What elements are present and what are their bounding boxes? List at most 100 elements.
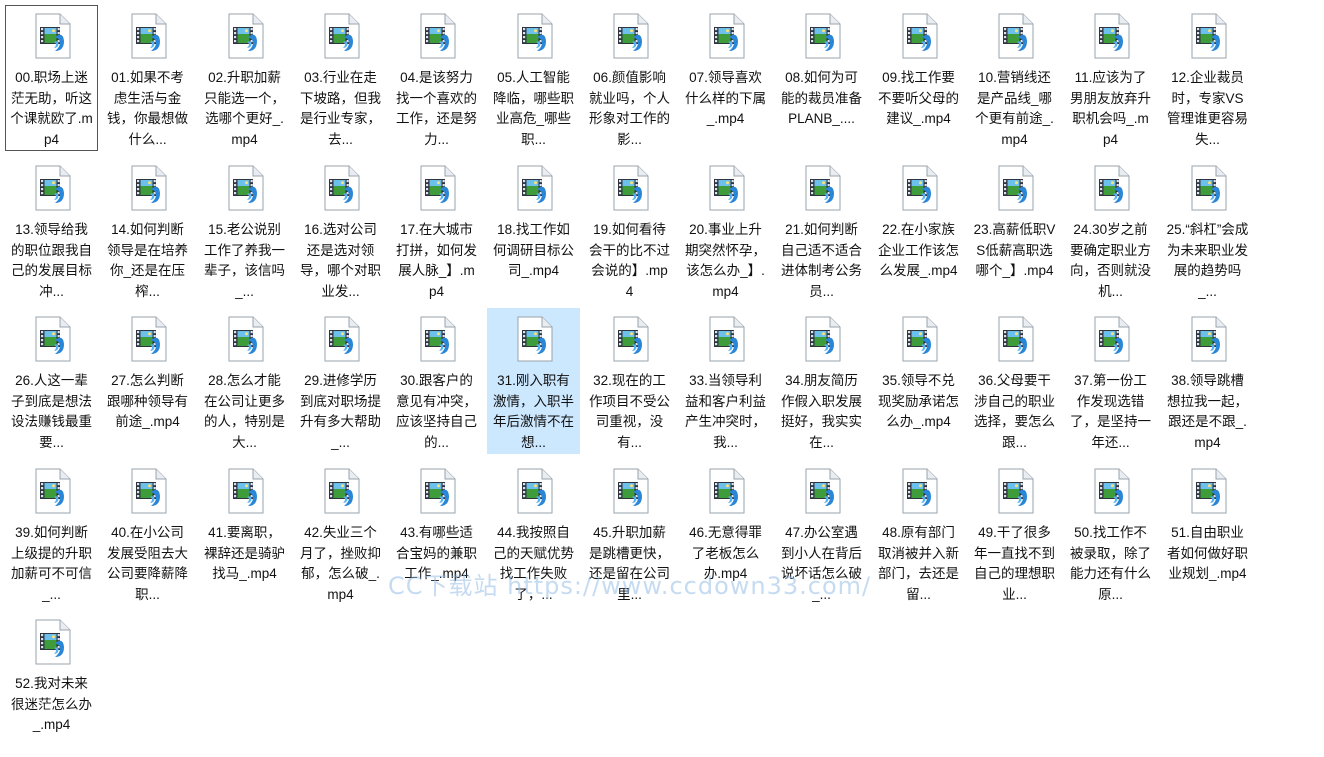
- file-item[interactable]: 33.当领导利益和客户利益产生冲突时，我...: [679, 308, 772, 454]
- file-item[interactable]: 38.领导跳槽想拉我一起，跟还是不跟_.mp4: [1161, 308, 1254, 454]
- file-name: 14.如何判断领导是在培养你_还是在压榨...: [107, 222, 188, 299]
- file-name: 16.选对公司还是选对领导，哪个对职业发...: [300, 222, 381, 299]
- file-item[interactable]: 27.怎么判断跟哪种领导有前途_.mp4: [101, 308, 194, 454]
- file-item[interactable]: 09.找工作要不要听父母的建议_.mp4: [872, 5, 965, 151]
- video-audio-file-icon: [228, 13, 264, 59]
- file-name: 19.如何看待会干的比不过会说的】.mp4: [589, 222, 670, 299]
- video-audio-file-icon: [902, 316, 938, 362]
- file-item[interactable]: 42.失业三个月了，挫败抑郁，怎么破_.mp4: [294, 460, 387, 606]
- video-audio-file-icon: [35, 619, 71, 665]
- watermark: CC下载站 https://www.ccdown33.com/: [388, 572, 872, 600]
- file-item[interactable]: 18.找工作如何调研目标公司_.mp4: [487, 157, 580, 303]
- file-name: 06.颜值影响就业吗，个人形象对工作的影...: [589, 70, 670, 147]
- file-item[interactable]: 49.干了很多年一直找不到自己的理想职业...: [968, 460, 1061, 606]
- file-item[interactable]: 07.领导喜欢什么样的下属_.mp4: [679, 5, 772, 151]
- file-name: 20.事业上升期突然怀孕，该怎么办_】.mp4: [685, 222, 766, 299]
- video-audio-file-icon: [420, 316, 456, 362]
- file-item[interactable]: 31.刚入职有激情，入职半年后激情不在想...: [487, 308, 580, 454]
- file-item[interactable]: 04.是该努力找一个喜欢的工作，还是努力...: [390, 5, 483, 151]
- video-audio-file-icon: [805, 13, 841, 59]
- video-audio-file-icon: [1191, 165, 1227, 211]
- file-name: 00.职场上迷茫无助，听这个课就欧了.mp4: [10, 70, 93, 147]
- file-item[interactable]: 14.如何判断领导是在培养你_还是在压榨...: [101, 157, 194, 303]
- video-audio-file-icon: [35, 316, 71, 362]
- file-item[interactable]: 23.高薪低职VS低薪高职选哪个_】.mp4: [968, 157, 1061, 303]
- video-audio-file-icon: [324, 316, 360, 362]
- file-item[interactable]: 22.在小家族企业工作该怎么发展_.mp4: [872, 157, 965, 303]
- file-item[interactable]: 36.父母要干涉自己的职业选择，要怎么跟...: [968, 308, 1061, 454]
- file-name: 32.现在的工作项目不受公司重视，没有...: [589, 373, 670, 450]
- video-audio-file-icon: [420, 13, 456, 59]
- file-item[interactable]: 03.行业在走下坡路，但我是行业专家，去...: [294, 5, 387, 151]
- file-item[interactable]: 15.老公说别工作了养我一辈子，该信吗_...: [198, 157, 291, 303]
- file-name: 35.领导不兑现奖励承诺怎么办_.mp4: [878, 373, 959, 429]
- file-item[interactable]: 37.第一份工作发现选错了，是坚持一年还...: [1064, 308, 1157, 454]
- file-name: 31.刚入职有激情，入职半年后激情不在想...: [493, 373, 574, 450]
- file-item[interactable]: 20.事业上升期突然怀孕，该怎么办_】.mp4: [679, 157, 772, 303]
- file-item[interactable]: 21.如何判断自己适不适合进体制考公务员...: [775, 157, 868, 303]
- file-name: 17.在大城市打拼，如何发展人脉_】.mp4: [396, 222, 477, 299]
- video-audio-file-icon: [805, 316, 841, 362]
- file-item[interactable]: 12.企业裁员时，专家VS管理谁更容易失...: [1161, 5, 1254, 151]
- file-item[interactable]: 29.进修学历到底对职场提升有多大帮助_...: [294, 308, 387, 454]
- video-audio-file-icon: [517, 13, 553, 59]
- file-name: 51.自由职业者如何做好职业规划_.mp4: [1167, 525, 1248, 581]
- file-item[interactable]: 52.我对未来很迷茫怎么办_.mp4: [5, 611, 98, 757]
- file-name: 25.“斜杠”会成为未来职业发展的趋势吗_...: [1166, 222, 1249, 299]
- video-audio-file-icon: [35, 13, 71, 59]
- file-item[interactable]: 17.在大城市打拼，如何发展人脉_】.mp4: [390, 157, 483, 303]
- file-item[interactable]: 48.原有部门取消被并入新部门，去还是留...: [872, 460, 965, 606]
- file-item[interactable]: 02.升职加薪只能选一个，选哪个更好_.mp4: [198, 5, 291, 151]
- file-item[interactable]: 16.选对公司还是选对领导，哪个对职业发...: [294, 157, 387, 303]
- file-name: 18.找工作如何调研目标公司_.mp4: [493, 222, 574, 278]
- file-item[interactable]: 41.要离职，裸辞还是骑驴找马_.mp4: [198, 460, 291, 606]
- file-item[interactable]: 39.如何判断上级提的升职加薪可不可信_...: [5, 460, 98, 606]
- file-item[interactable]: 32.现在的工作项目不受公司重视，没有...: [583, 308, 676, 454]
- file-name: 01.如果不考虑生活与金钱，你最想做什么...: [107, 70, 188, 147]
- video-audio-file-icon: [131, 13, 167, 59]
- video-audio-file-icon: [709, 468, 745, 514]
- video-audio-file-icon: [613, 13, 649, 59]
- file-item[interactable]: 10.营销线还是产品线_哪个更有前途_.mp4: [968, 5, 1061, 151]
- file-item[interactable]: 40.在小公司发展受阻去大公司要降薪降职...: [101, 460, 194, 606]
- file-item[interactable]: 24.30岁之前要确定职业方向，否则就没机...: [1064, 157, 1157, 303]
- file-name: 48.原有部门取消被并入新部门，去还是留...: [878, 525, 959, 602]
- file-item[interactable]: 28.怎么才能在公司让更多的人，特别是大...: [198, 308, 291, 454]
- file-name: 12.企业裁员时，专家VS管理谁更容易失...: [1167, 70, 1248, 147]
- video-audio-file-icon: [998, 316, 1034, 362]
- file-name: 15.老公说别工作了养我一辈子，该信吗_...: [204, 222, 285, 299]
- file-item[interactable]: 05.人工智能降临，哪些职业高危_哪些职...: [487, 5, 580, 151]
- file-item[interactable]: 35.领导不兑现奖励承诺怎么办_.mp4: [872, 308, 965, 454]
- file-item[interactable]: 50.找工作不被录取，除了能力还有什么原...: [1064, 460, 1157, 606]
- file-name: 24.30岁之前要确定职业方向，否则就没机...: [1070, 222, 1151, 299]
- video-audio-file-icon: [902, 468, 938, 514]
- file-name: 36.父母要干涉自己的职业选择，要怎么跟...: [974, 373, 1055, 450]
- video-audio-file-icon: [517, 316, 553, 362]
- video-audio-file-icon: [1094, 316, 1130, 362]
- video-audio-file-icon: [420, 165, 456, 211]
- video-audio-file-icon: [324, 468, 360, 514]
- video-audio-file-icon: [35, 165, 71, 211]
- file-item[interactable]: 00.职场上迷茫无助，听这个课就欧了.mp4: [5, 5, 98, 151]
- file-item[interactable]: 19.如何看待会干的比不过会说的】.mp4: [583, 157, 676, 303]
- file-name: 49.干了很多年一直找不到自己的理想职业...: [974, 525, 1055, 602]
- file-name: 21.如何判断自己适不适合进体制考公务员...: [781, 222, 862, 299]
- video-audio-file-icon: [420, 468, 456, 514]
- video-audio-file-icon: [902, 165, 938, 211]
- file-name: 05.人工智能降临，哪些职业高危_哪些职...: [493, 70, 574, 147]
- file-item[interactable]: 11.应该为了男朋友放弃升职机会吗_.mp4: [1064, 5, 1157, 151]
- file-item[interactable]: 08.如何为可能的裁员准备PLANB_....: [775, 5, 868, 151]
- file-item[interactable]: 01.如果不考虑生活与金钱，你最想做什么...: [101, 5, 194, 151]
- file-item[interactable]: 06.颜值影响就业吗，个人形象对工作的影...: [583, 5, 676, 151]
- video-audio-file-icon: [517, 165, 553, 211]
- file-item[interactable]: 13.领导给我的职位跟我自己的发展目标冲...: [5, 157, 98, 303]
- file-item[interactable]: 25.“斜杠”会成为未来职业发展的趋势吗_...: [1161, 157, 1254, 303]
- file-item[interactable]: 30.跟客户的意见有冲突，应该坚持自己的...: [390, 308, 483, 454]
- file-name: 38.领导跳槽想拉我一起，跟还是不跟_.mp4: [1167, 373, 1248, 450]
- video-audio-file-icon: [35, 468, 71, 514]
- file-item[interactable]: 26.人这一辈子到底是想法设法赚钱最重要...: [5, 308, 98, 454]
- video-audio-file-icon: [1094, 165, 1130, 211]
- file-item[interactable]: 34.朋友简历作假入职发展挺好，我实实在...: [775, 308, 868, 454]
- file-item[interactable]: 51.自由职业者如何做好职业规划_.mp4: [1161, 460, 1254, 606]
- video-audio-file-icon: [131, 468, 167, 514]
